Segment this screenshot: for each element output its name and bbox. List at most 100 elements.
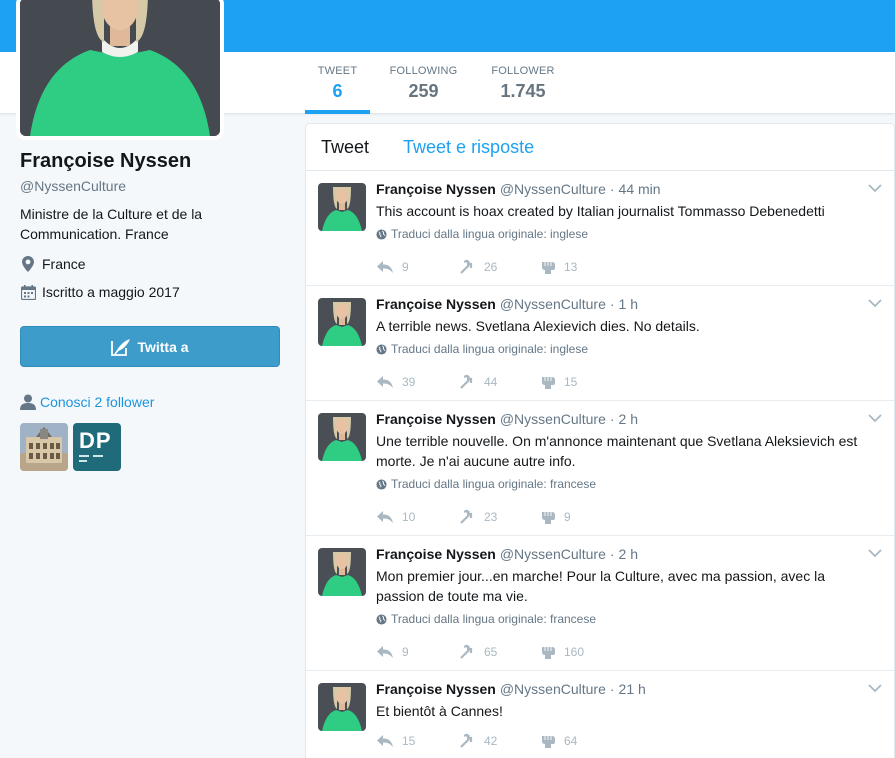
retweet-action[interactable]: 42	[458, 733, 540, 749]
separator-dot: ·	[609, 181, 615, 197]
retweet-action[interactable]: 44	[458, 374, 540, 390]
chevron-down-icon[interactable]	[868, 183, 882, 193]
tweet-author-name[interactable]: Françoise Nyssen	[376, 181, 496, 197]
reply-count: 9	[402, 645, 409, 659]
profile-location-text[interactable]: France	[42, 256, 86, 272]
tweet-item[interactable]: Françoise Nyssen @NyssenCulture · 2 h Une t…	[306, 401, 894, 536]
fist-icon	[540, 374, 556, 390]
tweet-text: Et bientôt à Cannes!	[376, 703, 503, 719]
timeline-tabs: Tweet Tweet e risposte	[306, 124, 894, 171]
retweet-icon	[458, 374, 476, 390]
stat-followers[interactable]: FOLLOWER 1.745	[477, 52, 569, 114]
stat-following[interactable]: FOLLOWING 259	[370, 52, 477, 114]
tweet-author-handle[interactable]: @NyssenCulture	[500, 681, 606, 697]
tweet-timestamp[interactable]: 21 h	[619, 681, 646, 697]
fist-icon	[540, 259, 556, 275]
globe-icon	[376, 343, 387, 355]
tweet-author-name[interactable]: Françoise Nyssen	[376, 411, 496, 427]
tweet-author-handle[interactable]: @NyssenCulture	[500, 296, 606, 312]
tweet-author-handle[interactable]: @NyssenCulture	[500, 546, 606, 562]
retweet-count: 44	[484, 375, 498, 389]
tweet-author-name[interactable]: Françoise Nyssen	[376, 546, 496, 562]
translate-text: Traduci dalla lingua originale: francese	[391, 612, 597, 626]
tab-tweets-and-replies[interactable]: Tweet e risposte	[403, 137, 534, 158]
profile-handle[interactable]: @NyssenCulture	[20, 178, 282, 194]
retweet-count: 42	[484, 734, 498, 748]
translate-link[interactable]: Traduci dalla lingua originale: francese	[376, 612, 596, 626]
reply-action[interactable]: 9	[376, 644, 458, 660]
tweet-author-name[interactable]: Françoise Nyssen	[376, 296, 496, 312]
building-photo-icon	[20, 423, 68, 471]
tweet-actions: 39 44 15	[376, 374, 622, 390]
reply-count: 10	[402, 510, 416, 524]
translate-link[interactable]: Traduci dalla lingua originale: inglese	[376, 342, 588, 356]
tweet-item[interactable]: Françoise Nyssen @NyssenCulture · 2 h Mon p…	[306, 536, 894, 671]
follower-thumb-dp[interactable]: DP	[73, 423, 121, 471]
avatar-photo	[318, 548, 366, 596]
location-pin-icon	[20, 256, 36, 272]
like-action[interactable]: 160	[540, 644, 622, 660]
tweet-author-handle[interactable]: @NyssenCulture	[500, 181, 606, 197]
follower-thumb-building[interactable]	[20, 423, 68, 471]
tweet-timestamp[interactable]: 2 h	[619, 411, 638, 427]
tweet-author-name[interactable]: Françoise Nyssen	[376, 681, 496, 697]
tweet-actions: 9 26 13	[376, 259, 622, 275]
profile-bio: Ministre de la Culture et de la Communic…	[20, 206, 203, 242]
chevron-down-icon[interactable]	[868, 298, 882, 308]
compose-quill-icon	[111, 338, 131, 356]
reply-action[interactable]: 9	[376, 259, 458, 275]
profile-name[interactable]: Françoise Nyssen	[20, 150, 282, 173]
tweet-avatar[interactable]	[318, 413, 366, 461]
like-count: 160	[564, 645, 585, 659]
tweet-timestamp[interactable]: 1 h	[619, 296, 638, 312]
reply-icon	[376, 734, 394, 748]
reply-icon	[376, 510, 394, 524]
reply-icon	[376, 375, 394, 389]
like-action[interactable]: 13	[540, 259, 622, 275]
retweet-count: 26	[484, 260, 498, 274]
reply-icon	[376, 645, 394, 659]
profile-avatar[interactable]	[16, 0, 224, 140]
like-count: 64	[564, 734, 578, 748]
translate-link[interactable]: Traduci dalla lingua originale: francese	[376, 477, 596, 491]
tweet-item[interactable]: Françoise Nyssen @NyssenCulture · 44 min Th…	[306, 171, 894, 286]
tweet-to-button[interactable]: Twitta a	[20, 326, 280, 367]
chevron-down-icon[interactable]	[868, 548, 882, 558]
like-action[interactable]: 15	[540, 374, 622, 390]
retweet-action[interactable]: 26	[458, 259, 540, 275]
profile-photo	[20, 0, 220, 136]
tweet-item[interactable]: Françoise Nyssen @NyssenCulture · 1 h A ter…	[306, 286, 894, 401]
profile-location: France	[20, 256, 282, 272]
stat-tweets-label: TWEET	[317, 65, 358, 77]
like-action[interactable]: 64	[540, 733, 622, 749]
tweet-author-handle[interactable]: @NyssenCulture	[500, 411, 606, 427]
fist-icon	[540, 644, 556, 660]
separator-dot: ·	[609, 546, 615, 562]
retweet-icon	[458, 644, 476, 660]
separator-dot: ·	[609, 411, 615, 427]
reply-action[interactable]: 39	[376, 374, 458, 390]
retweet-action[interactable]: 23	[458, 509, 540, 525]
like-count: 13	[564, 260, 578, 274]
like-count: 15	[564, 375, 578, 389]
tweet-item[interactable]: Françoise Nyssen @NyssenCulture · 21 h Et b…	[306, 671, 894, 758]
tweet-avatar[interactable]	[318, 683, 366, 731]
reply-action[interactable]: 15	[376, 733, 458, 749]
like-action[interactable]: 9	[540, 509, 622, 525]
followers-you-know-link[interactable]: Conosci 2 follower	[20, 394, 154, 410]
chevron-down-icon[interactable]	[868, 413, 882, 423]
tweet-timestamp[interactable]: 44 min	[619, 181, 661, 197]
translate-link[interactable]: Traduci dalla lingua originale: inglese	[376, 227, 588, 241]
chevron-down-icon[interactable]	[868, 683, 882, 693]
tweet-avatar[interactable]	[318, 183, 366, 231]
reply-action[interactable]: 10	[376, 509, 458, 525]
separator-dot: ·	[609, 681, 615, 697]
retweet-action[interactable]: 65	[458, 644, 540, 660]
tweet-avatar[interactable]	[318, 548, 366, 596]
tweet-avatar[interactable]	[318, 298, 366, 346]
tweet-header: Françoise Nyssen @NyssenCulture · 1 h	[376, 296, 638, 312]
dp-logo-text: DP	[79, 428, 112, 453]
tab-tweets[interactable]: Tweet	[321, 137, 369, 158]
stat-tweets[interactable]: TWEET 6	[305, 52, 370, 114]
tweet-timestamp[interactable]: 2 h	[619, 546, 638, 562]
